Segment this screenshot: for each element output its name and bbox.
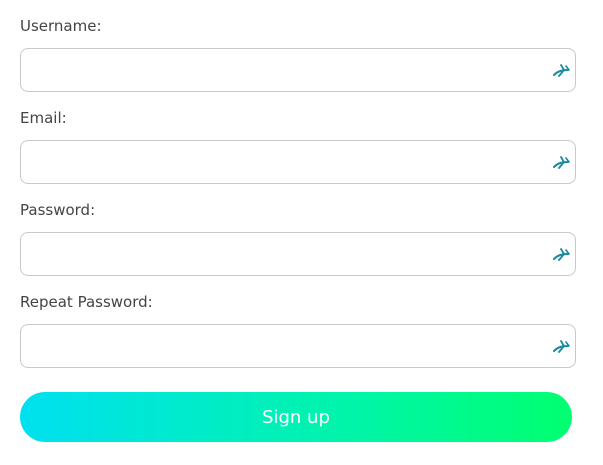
signup-form: Username: Email: Password: Repeat Passwo… — [20, 0, 576, 368]
password-manager-icon[interactable] — [552, 154, 572, 170]
password-input-wrap — [20, 232, 576, 276]
repeat-password-label: Repeat Password: — [20, 293, 153, 311]
password-manager-icon[interactable] — [552, 246, 572, 262]
username-input[interactable] — [20, 48, 576, 92]
password-manager-icon[interactable] — [552, 62, 572, 78]
email-label: Email: — [20, 109, 67, 127]
email-input[interactable] — [20, 140, 576, 184]
password-label: Password: — [20, 201, 96, 219]
password-field-group: Password: — [20, 200, 576, 276]
sign-up-button[interactable]: Sign up — [20, 392, 572, 442]
username-field-group: Username: — [20, 16, 576, 92]
username-label: Username: — [20, 17, 102, 35]
repeat-password-input-wrap — [20, 324, 576, 368]
repeat-password-field-group: Repeat Password: — [20, 292, 576, 368]
password-manager-icon[interactable] — [552, 338, 572, 354]
username-input-wrap — [20, 48, 576, 92]
repeat-password-input[interactable] — [20, 324, 576, 368]
password-input[interactable] — [20, 232, 576, 276]
email-input-wrap — [20, 140, 576, 184]
email-field-group: Email: — [20, 108, 576, 184]
